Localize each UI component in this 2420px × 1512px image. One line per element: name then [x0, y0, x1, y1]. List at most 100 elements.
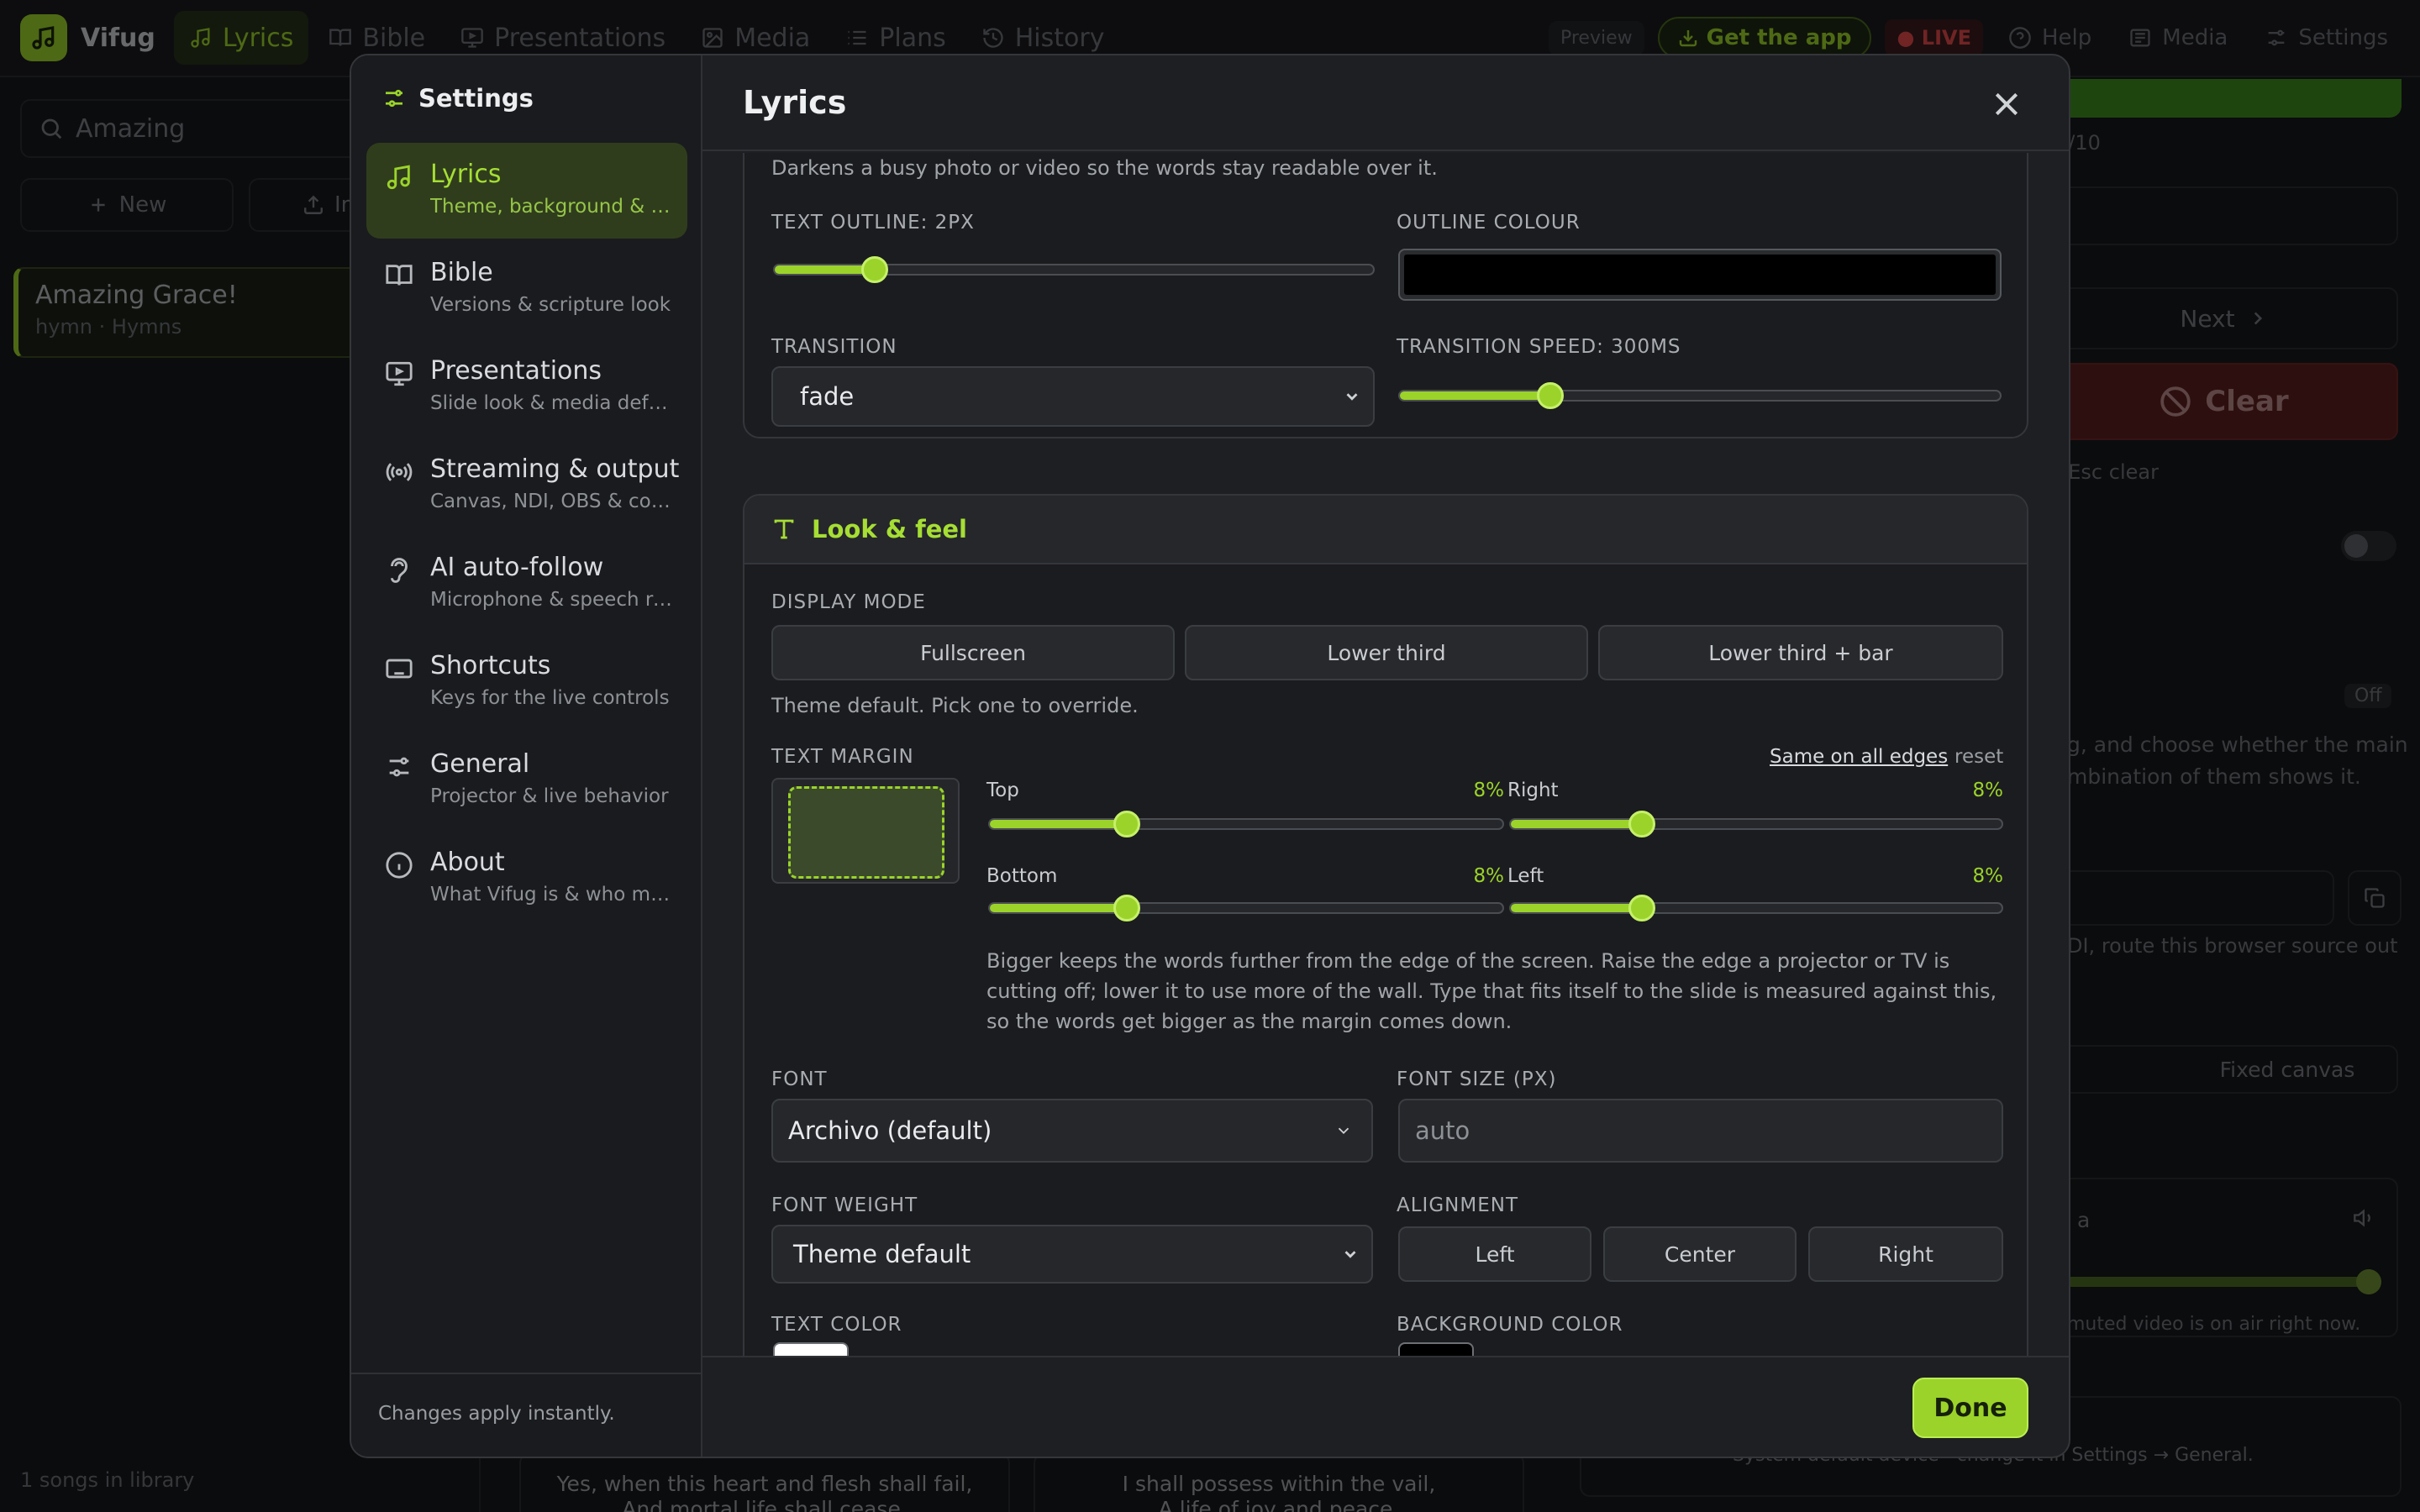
margin-preview-box — [788, 786, 944, 879]
margin-help-text: Bigger keeps the words further from the … — [986, 946, 1996, 1037]
margin-bottom-slider[interactable] — [988, 895, 1504, 921]
display-mode-option: Lower third + bar — [1708, 640, 1893, 665]
close-icon[interactable] — [1990, 87, 2023, 121]
music-note-icon — [387, 165, 410, 190]
font-weight-label: FONT WEIGHT — [771, 1194, 918, 1216]
text-color-label: TEXT COLOR — [771, 1314, 902, 1336]
display-mode-lower-third-bar[interactable]: Lower third + bar — [1598, 625, 2003, 680]
keyboard-icon — [386, 659, 413, 679]
align-right-button[interactable]: Right — [1808, 1226, 2003, 1282]
sliders-icon — [386, 89, 402, 108]
margin-top-value: 8% — [1473, 780, 1505, 801]
font-value: Archivo (default) — [788, 1116, 992, 1145]
settings-modal: Settings Lyrics Theme, background & font… — [350, 54, 2070, 1458]
settings-item-shortcuts[interactable]: Shortcuts Keys for the live controls — [366, 634, 687, 730]
section-title: Look & feel — [812, 515, 967, 543]
settings-item-subtitle: Keys for the live controls — [430, 687, 670, 709]
font-size-placeholder: auto — [1415, 1116, 1470, 1145]
text-margin-label: TEXT MARGIN — [771, 746, 914, 768]
settings-title: Settings — [418, 84, 534, 113]
settings-item-lyrics[interactable]: Lyrics Theme, background & fonts — [366, 143, 687, 239]
dim-help-text: Darkens a busy photo or video so the wor… — [771, 156, 1438, 180]
book-icon — [386, 265, 413, 286]
settings-item-title: AI auto-follow — [430, 553, 604, 582]
alignment-option: Left — [1475, 1242, 1515, 1267]
margin-help-line: so the words get bigger as the margin co… — [986, 1010, 1512, 1033]
reset-margins-button[interactable]: reset — [1954, 746, 2003, 768]
margin-top-label: Top — [986, 780, 1019, 801]
settings-scroll-area[interactable]: Darkens a busy photo or video so the wor… — [702, 153, 2069, 1356]
settings-item-streaming[interactable]: Streaming & output Canvas, NDI, OBS & co… — [366, 438, 687, 533]
settings-item-title: Streaming & output — [430, 454, 680, 484]
settings-item-subtitle: Slide look & media defaults — [430, 392, 674, 414]
display-mode-lower-third[interactable]: Lower third — [1185, 625, 1588, 680]
margin-left-value: 8% — [1972, 865, 2004, 887]
settings-item-about[interactable]: About What Vifug is & who made it — [366, 831, 687, 927]
align-center-button[interactable]: Center — [1603, 1226, 1797, 1282]
margin-preview — [771, 778, 960, 884]
settings-footer-note: Changes apply instantly. — [351, 1373, 701, 1457]
settings-header: Settings — [351, 55, 701, 113]
chevron-down-icon — [1346, 393, 1358, 401]
settings-item-subtitle: Versions & scripture look — [430, 294, 671, 316]
settings-item-bible[interactable]: Bible Versions & scripture look — [366, 241, 687, 337]
margin-right-slider[interactable] — [1509, 811, 2003, 837]
transition-speed-slider[interactable] — [1398, 382, 2002, 409]
settings-item-subtitle: What Vifug is & who made it — [430, 884, 674, 906]
panel-title: Lyrics — [702, 55, 2069, 151]
background-color-swatch[interactable] — [1398, 1342, 1474, 1356]
font-select[interactable]: Archivo (default) — [771, 1099, 1373, 1163]
margin-help-line: Bigger keeps the words further from the … — [986, 949, 1950, 973]
settings-item-general[interactable]: General Projector & live behavior — [366, 732, 687, 828]
outline-colour-swatch[interactable] — [1398, 249, 2002, 301]
settings-item-title: Shortcuts — [430, 651, 551, 680]
text-color-swatch[interactable] — [773, 1342, 849, 1356]
margin-right-value: 8% — [1972, 780, 2004, 801]
alignment-option: Center — [1664, 1242, 1736, 1267]
look-and-feel-section: Look & feel DISPLAY MODE Fullscreen Lowe… — [743, 494, 2028, 1356]
chevron-down-icon — [1338, 1127, 1349, 1135]
chevron-down-icon — [1344, 1251, 1356, 1258]
alignment-option: Right — [1878, 1242, 1933, 1267]
done-button[interactable]: Done — [1912, 1378, 2028, 1438]
margin-bottom-value: 8% — [1473, 865, 1505, 887]
margin-left-label: Left — [1507, 865, 1544, 887]
display-mode-label: DISPLAY MODE — [771, 591, 926, 613]
margin-top-slider[interactable] — [988, 811, 1504, 837]
settings-item-presentations[interactable]: Presentations Slide look & media default… — [366, 339, 687, 435]
text-outline-label: TEXT OUTLINE: 2PX — [771, 212, 975, 234]
display-mode-option: Lower third — [1327, 640, 1446, 665]
font-weight-select[interactable]: Theme default — [771, 1225, 1373, 1284]
ear-icon — [391, 558, 408, 583]
font-size-input[interactable]: auto — [1398, 1099, 2003, 1163]
margin-help-line: cutting off; lower it to use more of the… — [986, 979, 1997, 1003]
display-mode-fullscreen[interactable]: Fullscreen — [771, 625, 1175, 680]
margin-left-slider[interactable] — [1509, 895, 2003, 921]
margin-right-label: Right — [1507, 780, 1559, 801]
sliders-icon — [389, 757, 409, 777]
type-icon — [774, 519, 794, 539]
transition-select[interactable]: fade — [771, 366, 1375, 427]
settings-item-title: Presentations — [430, 356, 602, 386]
info-icon — [386, 852, 413, 879]
background-color-label: BACKGROUND COLOR — [1397, 1314, 1623, 1336]
alignment-label: ALIGNMENT — [1397, 1194, 1518, 1216]
transition-label: TRANSITION — [771, 336, 897, 358]
margin-bottom-label: Bottom — [986, 865, 1058, 887]
settings-item-ai-auto-follow[interactable]: AI auto-follow Microphone & speech recog… — [366, 536, 687, 632]
settings-nav: Lyrics Theme, background & fonts Bible V… — [366, 143, 687, 929]
display-mode-help: Theme default. Pick one to override. — [771, 694, 1139, 717]
settings-item-title: General — [430, 749, 530, 779]
settings-item-subtitle: Projector & live behavior — [430, 785, 669, 807]
outline-colour-label: OUTLINE COLOUR — [1397, 212, 1581, 234]
display-mode-option: Fullscreen — [920, 640, 1026, 665]
settings-item-subtitle: Canvas, NDI, OBS & config — [430, 491, 674, 512]
font-label: FONT — [771, 1068, 828, 1090]
same-edges-link[interactable]: Same on all edges — [1770, 746, 1948, 768]
section-header: Look & feel — [744, 496, 2027, 564]
font-size-label: FONT SIZE (PX) — [1397, 1068, 1557, 1090]
settings-item-title: Lyrics — [430, 160, 502, 189]
text-outline-slider[interactable] — [773, 256, 1375, 283]
settings-item-title: Bible — [430, 258, 493, 287]
align-left-button[interactable]: Left — [1398, 1226, 1591, 1282]
